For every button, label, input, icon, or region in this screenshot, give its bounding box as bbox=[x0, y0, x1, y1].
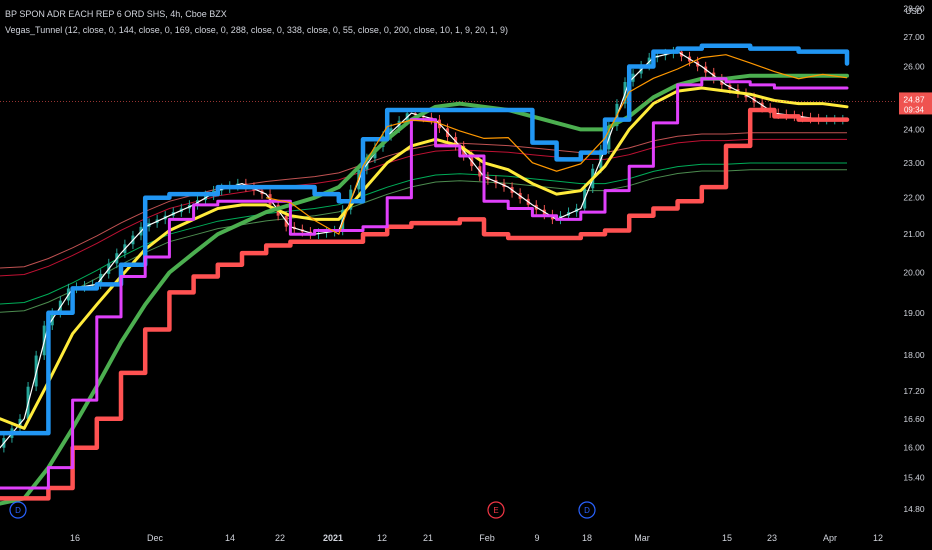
event-marker-label: D bbox=[584, 506, 590, 515]
price-tick: 18.00 bbox=[903, 350, 925, 360]
series-layer bbox=[0, 43, 897, 506]
event-marker-label: D bbox=[15, 506, 21, 515]
event-markers: DED bbox=[9, 501, 596, 519]
price-tick: 17.20 bbox=[903, 386, 925, 396]
candles bbox=[2, 46, 845, 453]
time-axis[interactable]: 16 Dec 14 22 2021 12 21 Feb 9 18 Mar 15 23 Apr 12 bbox=[70, 533, 883, 543]
series-line-2 bbox=[0, 86, 849, 430]
price-tick: 14.80 bbox=[903, 504, 925, 514]
price-tick: 16.00 bbox=[903, 443, 925, 453]
series-line-4 bbox=[0, 107, 850, 501]
price-chart[interactable]: USD28.0027.0026.0025.0024.0023.0022.0021… bbox=[0, 0, 932, 550]
time-tick: 9 bbox=[534, 533, 539, 543]
price-tick: 21.00 bbox=[903, 229, 925, 239]
time-tick: Dec bbox=[147, 533, 164, 543]
time-tick: 16 bbox=[70, 533, 80, 543]
time-tick: 12 bbox=[377, 533, 387, 543]
price-tick: 15.40 bbox=[903, 473, 925, 483]
price-tick: 22.00 bbox=[903, 193, 925, 203]
time-tick: 22 bbox=[275, 533, 285, 543]
price-tick: 19.00 bbox=[903, 308, 925, 318]
price-tick: 23.00 bbox=[903, 158, 925, 168]
price-tick: 27.00 bbox=[903, 32, 925, 42]
time-tick: Apr bbox=[823, 533, 837, 543]
event-marker-label: E bbox=[493, 506, 498, 515]
price-tick: 16.60 bbox=[903, 414, 925, 424]
time-tick: 15 bbox=[722, 533, 732, 543]
time-tick: 21 bbox=[423, 533, 433, 543]
price-tick: 28.00 bbox=[903, 3, 925, 13]
series-line-3 bbox=[0, 73, 849, 506]
time-tick: 18 bbox=[582, 533, 592, 543]
time-tick: Feb bbox=[479, 533, 495, 543]
price-tick: 26.00 bbox=[903, 62, 925, 72]
countdown-label: 09:34 bbox=[904, 105, 925, 114]
price-tick: 24.00 bbox=[903, 124, 925, 134]
series-line-6 bbox=[0, 77, 849, 490]
price-tick: 20.00 bbox=[903, 268, 925, 278]
tunnel-line-4 bbox=[0, 169, 847, 313]
time-tick: 12 bbox=[873, 533, 883, 543]
time-tick: 2021 bbox=[323, 533, 343, 543]
last-price-label: 24.87 bbox=[903, 94, 925, 104]
price-axis[interactable]: USD28.0027.0026.0025.0024.0023.0022.0021… bbox=[899, 3, 932, 514]
time-tick: 14 bbox=[225, 533, 235, 543]
tunnel-line-1 bbox=[0, 138, 847, 277]
time-tick: 23 bbox=[767, 533, 777, 543]
time-tick: Mar bbox=[634, 533, 650, 543]
